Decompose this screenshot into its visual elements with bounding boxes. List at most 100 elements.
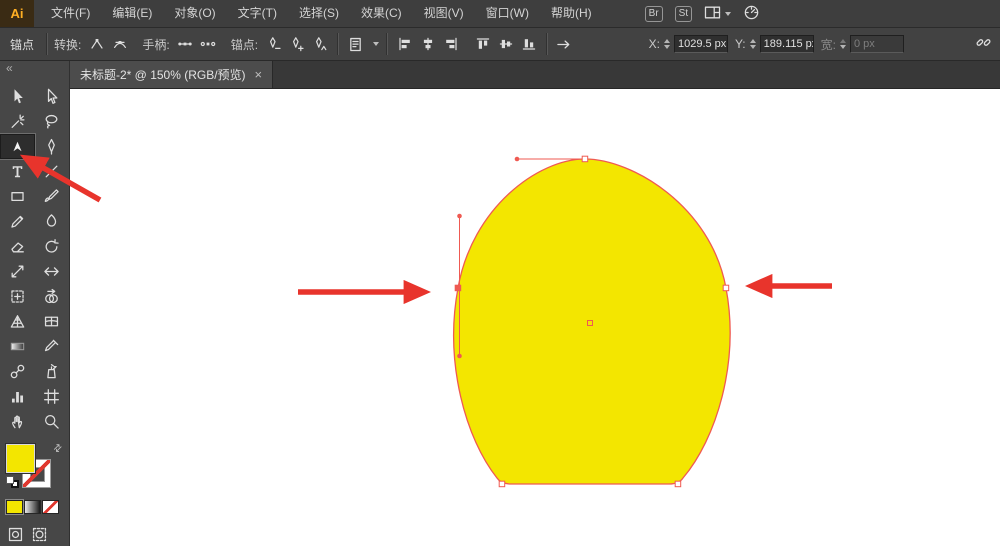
tool-perspective-grid[interactable] [0,309,35,334]
handles-hide-button[interactable] [198,34,219,55]
tool-direct-selection[interactable] [35,84,70,109]
link-dimensions-icon[interactable] [975,34,992,54]
illustrator-window: Ai 文件(F)编辑(E)对象(O)文字(T)选择(S)效果(C)视图(V)窗口… [0,0,1000,546]
tool-paintbrush[interactable] [35,184,70,209]
anchor-point-right[interactable] [723,285,729,291]
anchor-add-icon [289,36,305,52]
isolate-button[interactable] [345,34,366,55]
default-colors-icon[interactable] [6,476,22,489]
tool-rotate[interactable] [35,234,70,259]
tool-symbol-sprayer[interactable] [35,359,70,384]
align-bottom-icon [521,36,537,52]
tool-pencil[interactable] [0,209,35,234]
paintbrush-icon [43,188,60,205]
anchor-add-button[interactable] [286,34,307,55]
menu-item-5[interactable]: 效果(C) [350,0,413,27]
tool-blend[interactable] [0,359,35,384]
stock-button[interactable]: St [675,6,692,22]
handle-dot[interactable] [515,157,520,162]
handle-dot[interactable] [457,354,462,359]
tool-line-segment[interactable] [35,159,70,184]
draw-behind-icon[interactable] [31,526,48,546]
x-stepper[interactable] [664,39,670,49]
tool-scale[interactable] [0,259,35,284]
gradient-button[interactable] [24,500,41,514]
y-input[interactable]: 189.115 px [760,35,814,53]
menu-item-2[interactable]: 对象(O) [163,0,226,27]
document-area: 未标题-2* @ 150% (RGB/预览) × [70,61,1000,546]
anchor-point-top[interactable] [582,156,588,162]
balloon-shape[interactable] [454,159,730,484]
convert-corner-button[interactable] [86,34,107,55]
tool-zoom[interactable] [35,409,70,434]
tool-blob-brush[interactable] [35,209,70,234]
tool-eyedropper[interactable] [35,334,70,359]
align-right-button[interactable] [440,34,461,55]
handles-group: 手柄: [142,34,218,55]
document-tab[interactable]: 未标题-2* @ 150% (RGB/预览) × [70,61,273,88]
align-left-button[interactable] [394,34,415,55]
tool-gradient[interactable] [0,334,35,359]
align-bottom-button[interactable] [518,34,539,55]
anchor-point-bottom-right[interactable] [675,481,681,487]
none-button[interactable] [42,500,59,514]
align-v-center-button[interactable] [495,34,516,55]
color-button[interactable] [6,500,23,514]
menu-item-7[interactable]: 窗口(W) [475,0,540,27]
drawing-mode-buttons [7,526,69,546]
canvas[interactable] [70,89,1000,546]
tool-mesh[interactable] [35,309,70,334]
fill-swatch[interactable] [6,444,35,473]
swap-fill-stroke-icon[interactable]: ⇄ [51,442,65,456]
menu-item-3[interactable]: 文字(T) [227,0,288,27]
tool-type[interactable] [0,159,35,184]
menu-item-6[interactable]: 视图(V) [413,0,475,27]
menu-item-1[interactable]: 编辑(E) [101,0,163,27]
anchor-point-bottom-left[interactable] [499,481,505,487]
blob-brush-icon [43,213,60,230]
width-stepper[interactable] [840,39,846,49]
zoom-icon [43,413,60,430]
tool-column-graph[interactable] [0,384,35,409]
bridge-button[interactable]: Br [645,6,663,22]
anchor-delete-button[interactable] [263,34,284,55]
anchor-cut-button[interactable] [309,34,330,55]
tool-free-transform[interactable] [0,284,35,309]
tool-rectangle[interactable] [0,184,35,209]
menu-item-0[interactable]: 文件(F) [40,0,101,27]
tool-pen[interactable] [35,134,70,159]
tool-lasso[interactable] [35,109,70,134]
tool-hand[interactable] [0,409,35,434]
anchor-point-left[interactable] [455,285,461,291]
mode-normal-icon [7,526,24,543]
selection-icon [9,88,26,105]
handle-dot[interactable] [457,214,462,219]
y-stepper[interactable] [750,39,756,49]
gauge-icon[interactable] [743,4,760,24]
tool-anchor-point[interactable] [0,134,35,159]
menu-item-4[interactable]: 选择(S) [288,0,350,27]
tool-shape-builder[interactable] [35,284,70,309]
align-h-center-button[interactable] [417,34,438,55]
draw-normal-icon[interactable] [7,526,24,546]
convert-smooth-button[interactable] [109,34,130,55]
handles-show-button[interactable] [175,34,196,55]
x-input[interactable]: 1029.5 px [674,35,728,53]
pen-icon [43,138,60,155]
tool-eraser[interactable] [0,234,35,259]
type-icon [9,163,26,180]
tab-close-icon[interactable]: × [255,68,263,81]
tool-selection[interactable] [0,84,35,109]
align-top-button[interactable] [472,34,493,55]
tool-width[interactable] [35,259,70,284]
width-input[interactable]: 0 px [850,35,904,53]
tool-magic-wand[interactable] [0,109,35,134]
menu-item-8[interactable]: 帮助(H) [540,0,603,27]
toolbar-collapse-button[interactable]: « [0,61,69,76]
lasso-icon [43,113,60,130]
transform-ref-button[interactable] [554,34,575,55]
free-transform-icon [9,288,26,305]
align-h-center-icon [420,36,436,52]
workspace-switcher[interactable] [704,4,731,24]
tool-artboard[interactable] [35,384,70,409]
